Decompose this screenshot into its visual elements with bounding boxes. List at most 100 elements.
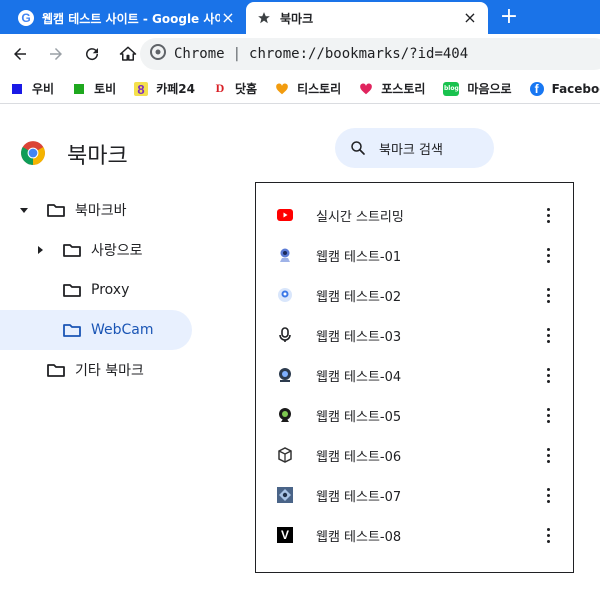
list-item[interactable]: 실시간 스트리밍 [256, 195, 573, 235]
back-button[interactable] [4, 38, 36, 70]
more-actions-icon[interactable] [540, 243, 556, 267]
google-icon: G [18, 10, 34, 26]
bookmark-label: 카페24 [156, 82, 195, 96]
list-item[interactable]: 웹캠 테스트-02 [256, 275, 573, 315]
bookmark-label: 우비 [32, 82, 55, 96]
heart-ribbon-icon [359, 82, 373, 96]
close-tab-icon[interactable]: × [220, 10, 236, 26]
more-actions-icon[interactable] [540, 203, 556, 227]
site-chip: Chrome [174, 46, 225, 62]
list-item[interactable]: 웹캠 테스트-07 [256, 475, 573, 515]
close-tab-icon[interactable]: × [462, 10, 478, 26]
blog-icon: blog [443, 81, 460, 96]
home-icon [119, 46, 137, 61]
tree-item-label: 사랑으로 [91, 243, 143, 259]
dothome-icon: D [215, 81, 225, 95]
blue-square-icon [10, 82, 24, 96]
bookmarks-bar: 우비 토비 8 카페24 D 닷홈 티스토리 포스토리 blog 마음으로 f … [0, 74, 600, 104]
bookmark-search[interactable]: 북마크 검색 [335, 128, 494, 168]
tab-bookmarks[interactable]: 북마크 × [246, 2, 488, 34]
webcam-7-icon [277, 487, 293, 503]
svg-text:G: G [21, 11, 30, 25]
more-actions-icon[interactable] [540, 443, 556, 467]
tree-item-other-bookmarks[interactable]: 기타 북마크 [0, 350, 200, 390]
webcam-5-icon [277, 407, 293, 423]
folder-tree: 북마크바 사랑으로 Proxy WebCam 기타 북마크 [0, 190, 200, 390]
green-square-icon [72, 82, 86, 96]
list-item[interactable]: 웹캠 테스트-03 [256, 315, 573, 355]
more-actions-icon[interactable] [540, 403, 556, 427]
list-item[interactable]: 웹캠 테스트-01 [256, 235, 573, 275]
reload-icon [86, 48, 99, 61]
folder-icon [63, 284, 81, 297]
new-tab-button[interactable]: + [496, 4, 522, 30]
bookmark-title: 웹캠 테스트-07 [316, 489, 402, 505]
bookmark-item[interactable]: blog 마음으로 [443, 80, 512, 97]
webcam-2-icon [277, 287, 293, 303]
search-placeholder: 북마크 검색 [379, 142, 443, 158]
bookmark-label: 마음으로 [467, 82, 512, 96]
more-actions-icon[interactable] [540, 523, 556, 547]
reload-button[interactable] [76, 38, 108, 70]
more-actions-icon[interactable] [540, 483, 556, 507]
folder-icon [63, 244, 81, 257]
bookmark-title: 웹캠 테스트-02 [316, 289, 402, 305]
bookmark-item[interactable]: f Facebook [529, 81, 600, 96]
list-item[interactable]: V 웹캠 테스트-08 [256, 515, 573, 555]
tree-item-webcam[interactable]: WebCam [0, 310, 192, 350]
facebook-icon: f [529, 81, 544, 96]
more-actions-icon[interactable] [540, 323, 556, 347]
folder-icon [47, 204, 65, 217]
list-item[interactable]: 웹캠 테스트-05 [256, 395, 573, 435]
more-actions-icon[interactable] [540, 283, 556, 307]
tree-item-label: WebCam [91, 322, 154, 338]
bookmark-item[interactable]: 포스토리 [359, 80, 425, 97]
bookmark-item[interactable]: 우비 [10, 80, 54, 97]
chrome-site-icon [150, 44, 166, 64]
microphone-icon [277, 327, 293, 343]
heart-icon [275, 82, 289, 96]
folder-icon [47, 364, 65, 377]
star-icon [256, 10, 272, 26]
more-actions-icon[interactable] [540, 363, 556, 387]
chrome-logo-icon [20, 140, 46, 170]
address-bar[interactable]: Chrome | chrome://bookmarks/?id=404 [140, 38, 600, 70]
bookmark-title: 웹캠 테스트-06 [316, 449, 402, 465]
bookmark-title: 웹캠 테스트-04 [316, 369, 402, 385]
bookmark-label: Facebook [551, 81, 600, 96]
webcam-1-icon [277, 247, 293, 263]
svg-text:8: 8 [138, 82, 145, 96]
collapse-arrow-icon[interactable] [34, 244, 46, 256]
tab-strip: G 웹캠 테스트 사이트 - Google 사이트 × 북마크 × + [0, 0, 600, 34]
tree-item-label: 북마크바 [75, 203, 127, 219]
tree-item-bookmark-bar[interactable]: 북마크바 [0, 190, 200, 230]
list-item[interactable]: 웹캠 테스트-04 [256, 355, 573, 395]
bookmark-item[interactable]: 티스토리 [275, 80, 341, 97]
youtube-icon [277, 207, 293, 223]
toolbar: Chrome | chrome://bookmarks/?id=404 [0, 34, 600, 74]
url-separator: | [232, 46, 242, 62]
list-item[interactable]: 웹캠 테스트-06 [256, 435, 573, 475]
bookmark-item[interactable]: D 닷홈 [213, 80, 257, 97]
bookmark-label: 토비 [94, 82, 117, 96]
expand-arrow-icon[interactable] [18, 204, 30, 216]
bookmark-label: 닷홈 [234, 82, 258, 96]
search-icon [351, 141, 365, 155]
forward-arrow-icon [50, 48, 62, 60]
bookmark-title: 웹캠 테스트-08 [316, 529, 402, 545]
webcam-4-icon [277, 367, 293, 383]
tree-item-proxy[interactable]: Proxy [0, 270, 200, 310]
bookmark-item[interactable]: 토비 [72, 80, 116, 97]
bookmark-title: 웹캠 테스트-01 [316, 249, 402, 265]
tree-item-sarangeuro[interactable]: 사랑으로 [0, 230, 200, 270]
tab-webcam-test-site[interactable]: G 웹캠 테스트 사이트 - Google 사이트 × [8, 2, 246, 34]
page-title: 북마크 [67, 144, 128, 169]
bookmark-item[interactable]: 8 카페24 [134, 80, 195, 97]
back-arrow-icon [14, 48, 26, 60]
tab-title: 웹캠 테스트 사이트 - Google 사이트 [42, 11, 220, 26]
bookmark-label: 포스토리 [381, 82, 426, 96]
tree-item-label: 기타 북마크 [75, 363, 144, 379]
forward-button[interactable] [40, 38, 72, 70]
v-icon: V [277, 527, 293, 543]
webcam-6-icon [277, 447, 293, 463]
